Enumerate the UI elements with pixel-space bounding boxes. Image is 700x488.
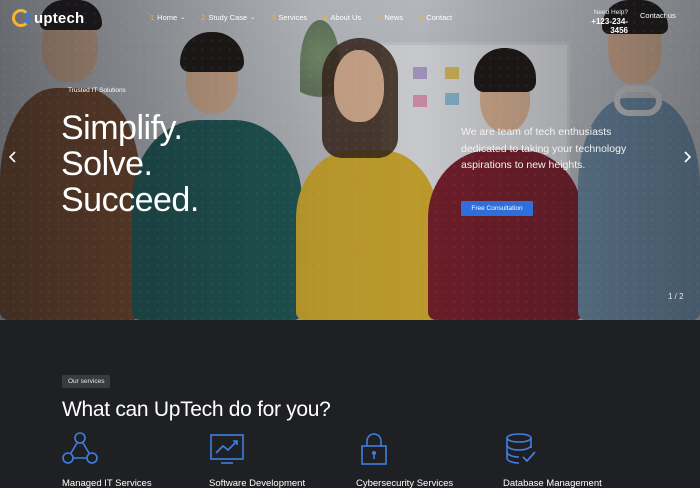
services-title: What can UpTech do for you? bbox=[62, 398, 331, 421]
slide-pager: 1 / 2 bbox=[668, 292, 684, 301]
slide-current: 1 bbox=[668, 292, 673, 301]
nav-item-label: Study Case bbox=[208, 13, 248, 22]
logo-text: uptech bbox=[34, 9, 85, 27]
section-badge: Our services bbox=[62, 375, 111, 388]
need-help-label: Need Help? bbox=[593, 9, 628, 16]
nav-item-label: Home bbox=[157, 13, 178, 22]
nav-item-number: 6 bbox=[419, 13, 424, 22]
nav-item-home[interactable]: 1 Home ⌄ bbox=[150, 13, 185, 22]
need-help[interactable]: Need Help? +123-234-3456 bbox=[576, 9, 628, 35]
service-label: Database Management bbox=[503, 478, 602, 488]
hero-headline: Simplify. Solve. Succeed. bbox=[61, 110, 199, 218]
top-navigation: uptech 1 Home ⌄ 2 Study Case ⌄ 3 Service… bbox=[0, 0, 700, 36]
nav-item-number: 5 bbox=[377, 13, 382, 22]
nav-item-number: 3 bbox=[271, 13, 276, 22]
service-card-software-development[interactable]: Software Development bbox=[209, 432, 339, 488]
contact-us-button[interactable]: Contact us bbox=[640, 11, 676, 20]
nav-item-label: Services bbox=[278, 13, 308, 22]
nav-item-label: News bbox=[384, 13, 404, 22]
chart-monitor-icon bbox=[210, 434, 244, 464]
headline-line-2: Solve. bbox=[61, 145, 153, 183]
service-card-cybersecurity[interactable]: Cybersecurity Services bbox=[356, 432, 486, 488]
nav-item-label: Contact bbox=[426, 13, 453, 22]
nav-item-services[interactable]: 3 Services bbox=[271, 13, 307, 22]
phone-number[interactable]: +123-234-3456 bbox=[576, 17, 628, 35]
main-menu: 1 Home ⌄ 2 Study Case ⌄ 3 Services 4 Abo… bbox=[150, 13, 452, 22]
service-card-database-management[interactable]: Database Management bbox=[503, 432, 633, 488]
headline-line-1: Simplify. bbox=[61, 109, 183, 147]
padlock-icon bbox=[361, 433, 387, 465]
slide-total: 2 bbox=[679, 292, 684, 301]
chevron-left-icon[interactable] bbox=[8, 150, 17, 166]
nav-item-label: About Us bbox=[330, 13, 362, 22]
service-label: Cybersecurity Services bbox=[356, 478, 454, 488]
chevron-down-icon: ⌄ bbox=[250, 15, 256, 21]
nav-item-study-case[interactable]: 2 Study Case ⌄ bbox=[201, 13, 255, 22]
free-consultation-button[interactable]: Free Consultation bbox=[461, 201, 533, 216]
logo[interactable]: uptech bbox=[12, 9, 84, 27]
hero-eyebrow: Trusted IT Solutions bbox=[68, 87, 126, 94]
hero-banner: uptech 1 Home ⌄ 2 Study Case ⌄ 3 Service… bbox=[0, 0, 700, 320]
nav-item-number: 1 bbox=[150, 13, 155, 22]
service-label: Software Development bbox=[209, 478, 306, 488]
services-section: Our services What can UpTech do for you?… bbox=[0, 320, 700, 488]
nav-item-contact[interactable]: 6 Contact bbox=[419, 13, 452, 22]
network-nodes-icon bbox=[62, 432, 98, 464]
database-check-icon bbox=[506, 433, 536, 464]
nav-item-number: 2 bbox=[201, 13, 206, 22]
nav-item-about-us[interactable]: 4 About Us bbox=[323, 13, 361, 22]
nav-item-number: 4 bbox=[323, 13, 328, 22]
chevron-down-icon: ⌄ bbox=[180, 15, 186, 21]
logo-icon bbox=[12, 9, 30, 27]
chevron-right-icon[interactable] bbox=[683, 150, 692, 166]
service-label: Managed IT Services bbox=[62, 478, 152, 488]
page: uptech 1 Home ⌄ 2 Study Case ⌄ 3 Service… bbox=[0, 0, 700, 488]
nav-item-news[interactable]: 5 News bbox=[377, 13, 403, 22]
hero-tagline: We are team of tech enthusiasts dedicate… bbox=[461, 126, 627, 171]
headline-line-3: Succeed. bbox=[61, 181, 199, 219]
service-card-managed-it[interactable]: Managed IT Services bbox=[62, 432, 192, 488]
